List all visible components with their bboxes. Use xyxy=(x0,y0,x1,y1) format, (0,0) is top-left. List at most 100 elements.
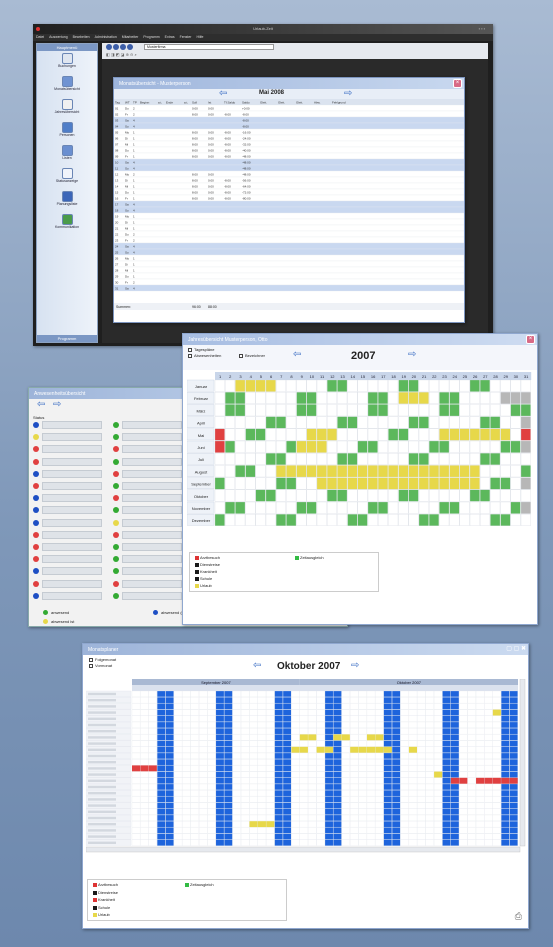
sidebar-item[interactable]: Monatsübersicht xyxy=(37,76,97,97)
checkbox-prev-icon[interactable] xyxy=(89,664,93,668)
presence-entry[interactable] xyxy=(33,591,109,601)
table-row xyxy=(114,200,464,208)
employee-name-placeholder xyxy=(88,767,116,770)
sidebar-item[interactable]: Buchungen xyxy=(37,53,97,74)
presence-entry[interactable] xyxy=(113,542,189,552)
checkbox-follow-icon[interactable] xyxy=(89,658,93,662)
menu-item[interactable]: Administration xyxy=(95,35,117,39)
presence-entry[interactable] xyxy=(113,566,189,576)
planner-cell xyxy=(450,690,460,698)
close-icon[interactable]: × xyxy=(526,335,535,344)
presence-entry[interactable] xyxy=(33,542,109,552)
window-controls[interactable]: ▪ ▪ ▪ xyxy=(475,27,489,31)
menu-item[interactable]: Fenster xyxy=(180,35,192,39)
sidebar-item[interactable]: Planungsliste xyxy=(37,191,97,212)
toolbar-icons[interactable]: ◧ ◨ ◩ ◪ ⊕ ⊖ ⌕ xyxy=(106,52,166,58)
prev-month-arrow-icon[interactable]: ⇦ xyxy=(219,89,227,99)
month-label: April xyxy=(197,421,205,426)
next-month-arrow-icon[interactable]: ⇨ xyxy=(344,89,352,99)
presence-entry[interactable] xyxy=(113,579,189,589)
presence-entry[interactable] xyxy=(113,530,189,540)
presence-entry[interactable] xyxy=(33,493,109,503)
day-cell xyxy=(500,392,511,404)
window-controls[interactable]: ▢ ▢ ✖ xyxy=(506,645,526,652)
employee-name-placeholder xyxy=(88,785,116,789)
sidebar-item[interactable]: Listen xyxy=(37,145,97,166)
sidebar-item[interactable]: Personen xyxy=(37,122,97,143)
day-cell xyxy=(347,477,358,490)
presence-entry[interactable] xyxy=(33,518,109,528)
presence-entry[interactable] xyxy=(113,432,189,442)
presence-entry[interactable] xyxy=(33,566,109,576)
prev-year-arrow-icon[interactable]: ⇦ xyxy=(293,350,301,360)
menu-item[interactable]: Extras xyxy=(165,35,175,39)
day-cell xyxy=(490,501,501,514)
checkbox-absence-icon[interactable] xyxy=(188,354,192,358)
planner-cell xyxy=(492,790,502,797)
presence-entry[interactable] xyxy=(33,420,109,430)
presence-entry[interactable] xyxy=(113,518,189,528)
presence-entry[interactable] xyxy=(113,444,189,454)
presence-entry[interactable] xyxy=(33,457,109,467)
table-cell: 8:00 xyxy=(192,197,198,201)
menu-item[interactable]: Programm xyxy=(143,35,159,39)
presence-entry[interactable] xyxy=(113,469,189,479)
menu-item[interactable]: Auswertung xyxy=(49,35,67,39)
menu-item[interactable]: Bearbeiten xyxy=(73,35,90,39)
planner-prev-arrow-icon[interactable]: ⇦ xyxy=(253,661,261,671)
planner-cell xyxy=(190,740,199,747)
next-year-arrow-icon[interactable]: ⇨ xyxy=(408,350,416,360)
presence-entry[interactable] xyxy=(33,481,109,491)
sidebar-item[interactable]: Kommunikation xyxy=(37,214,97,235)
planner-cell xyxy=(484,721,493,729)
day-cell xyxy=(357,465,368,478)
planner-cell xyxy=(442,721,451,729)
planner-next-arrow-icon[interactable]: ⇨ xyxy=(351,661,359,671)
day-cell xyxy=(439,453,450,465)
checkbox-daily-icon[interactable] xyxy=(188,348,192,352)
planner-cell xyxy=(358,796,367,803)
presence-entry[interactable] xyxy=(33,579,109,589)
column-header: Saldo xyxy=(242,101,250,105)
presence-entry[interactable] xyxy=(33,444,109,454)
planner-cell xyxy=(249,728,258,735)
planner-cell xyxy=(509,808,518,815)
presence-entry[interactable] xyxy=(33,469,109,479)
presence-entry[interactable] xyxy=(113,554,189,564)
planner-cell xyxy=(350,833,359,840)
presence-entry[interactable] xyxy=(113,493,189,503)
planner-cell xyxy=(408,814,418,822)
presence-entry[interactable] xyxy=(113,457,189,467)
menu-item[interactable]: Mitarbeiter xyxy=(122,35,139,39)
absence-mark xyxy=(492,777,501,784)
presence-entry[interactable] xyxy=(33,432,109,442)
summary-value: 96:00 xyxy=(192,305,201,309)
table-cell: Sa xyxy=(125,287,129,291)
sidebar-footer[interactable]: Programm xyxy=(37,335,97,342)
presence-entry[interactable] xyxy=(113,481,189,491)
status-dot-icon xyxy=(33,458,39,465)
planner-cell xyxy=(140,796,149,803)
presence-prev-arrow-icon[interactable]: ⇦ xyxy=(37,400,45,410)
planner-cell xyxy=(249,808,258,815)
presence-entry[interactable] xyxy=(33,505,109,515)
checkbox-names-icon[interactable] xyxy=(239,354,243,358)
nav-buttons[interactable] xyxy=(106,44,142,50)
presence-entry[interactable] xyxy=(113,505,189,515)
menu-item[interactable]: Hilfe xyxy=(196,35,203,39)
presence-entry[interactable] xyxy=(113,420,189,430)
address-field[interactable]: Musterfirma xyxy=(144,44,274,50)
close-icon[interactable]: × xyxy=(453,79,462,88)
day-cell xyxy=(337,501,348,514)
presence-entry[interactable] xyxy=(33,530,109,540)
sidebar-item[interactable]: Statusanzeige xyxy=(37,168,97,189)
planner-cell xyxy=(467,802,476,809)
print-icon[interactable]: ⎙ xyxy=(515,911,522,922)
sidebar-item-label: Planungsliste xyxy=(56,202,78,206)
menu-item[interactable]: Datei xyxy=(36,35,44,39)
presence-entry[interactable] xyxy=(33,554,109,564)
presence-entry[interactable] xyxy=(113,591,189,601)
presence-next-arrow-icon[interactable]: ⇨ xyxy=(53,400,61,410)
sidebar-item[interactable]: Jahresübersicht xyxy=(37,99,97,120)
day-cell xyxy=(327,416,337,429)
